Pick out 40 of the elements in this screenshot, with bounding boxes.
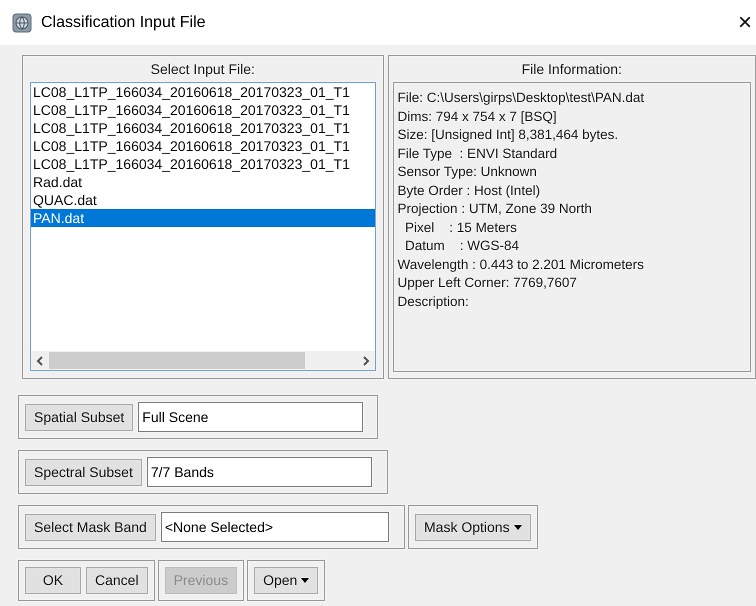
menu-button[interactable]: Open xyxy=(254,567,318,594)
caret-icon xyxy=(301,578,310,583)
info-line: Projection : UTM, Zone 39 North xyxy=(398,200,593,218)
dialog-button[interactable]: Cancel xyxy=(86,567,148,594)
info-line: Description: xyxy=(398,292,470,311)
value-field[interactable]: Full Scene xyxy=(138,402,364,432)
dialog-button[interactable]: OK xyxy=(25,567,81,594)
info-line: Upper Left Corner: 7769,7607 xyxy=(398,274,578,292)
list-item[interactable]: LC08_L1TP_166034_20160618_20170323_01_T1 xyxy=(31,137,375,155)
list-title: Select Input File: xyxy=(150,60,256,79)
info-line: Wavelength : 0.443 to 2.201 Micrometers xyxy=(398,256,645,274)
dialog-button[interactable]: Spatial Subset xyxy=(25,404,134,430)
window-title: Classification Input File xyxy=(41,12,206,32)
list-item[interactable]: QUAC.dat xyxy=(31,191,375,209)
list-item[interactable]: PAN.dat xyxy=(31,209,375,227)
dialog-button[interactable]: Select Mask Band xyxy=(25,514,156,540)
list-item[interactable]: LC08_L1TP_166034_20160618_20170323_01_T1 xyxy=(31,119,375,137)
dialog-button[interactable]: Spectral Subset xyxy=(25,458,142,486)
horizontal-scrollbar[interactable] xyxy=(31,351,375,370)
info-line: Pixel : 15 Meters xyxy=(404,218,518,236)
menu-button[interactable]: Mask Options xyxy=(415,514,531,540)
value-field[interactable]: <None Selected> xyxy=(160,512,389,542)
info-line: Datum : WGS-84 xyxy=(404,237,520,255)
info-line: Size: [Unsigned Int] 8,381,464 bytes. xyxy=(398,126,620,144)
file-list[interactable] xyxy=(30,82,376,371)
info-line: Sensor Type: Unknown xyxy=(398,163,538,181)
caret-icon xyxy=(514,524,522,530)
info-line: Byte Order : Host (Intel) xyxy=(398,182,542,200)
value-field[interactable]: 7/7 Bands xyxy=(146,457,372,487)
info-line: File Type : ENVI Standard xyxy=(398,144,558,163)
close-button[interactable]: × xyxy=(738,10,756,34)
list-item[interactable]: LC08_L1TP_166034_20160618_20170323_01_T1 xyxy=(31,83,375,101)
info-line: File: C:\Users\girps\Desktop\test\PAN.dat xyxy=(398,89,646,107)
info-line: Dims: 794 x 754 x 7 [BSQ] xyxy=(398,108,558,126)
list-item[interactable]: Rad.dat xyxy=(31,173,375,191)
scrollbar-thumb[interactable] xyxy=(49,352,305,369)
list-item[interactable]: LC08_L1TP_166034_20160618_20170323_01_T1 xyxy=(31,101,375,119)
info-title: File Information: xyxy=(520,60,623,79)
list-item[interactable]: LC08_L1TP_166034_20160618_20170323_01_T1 xyxy=(31,155,375,173)
globe-app-icon xyxy=(12,12,32,32)
